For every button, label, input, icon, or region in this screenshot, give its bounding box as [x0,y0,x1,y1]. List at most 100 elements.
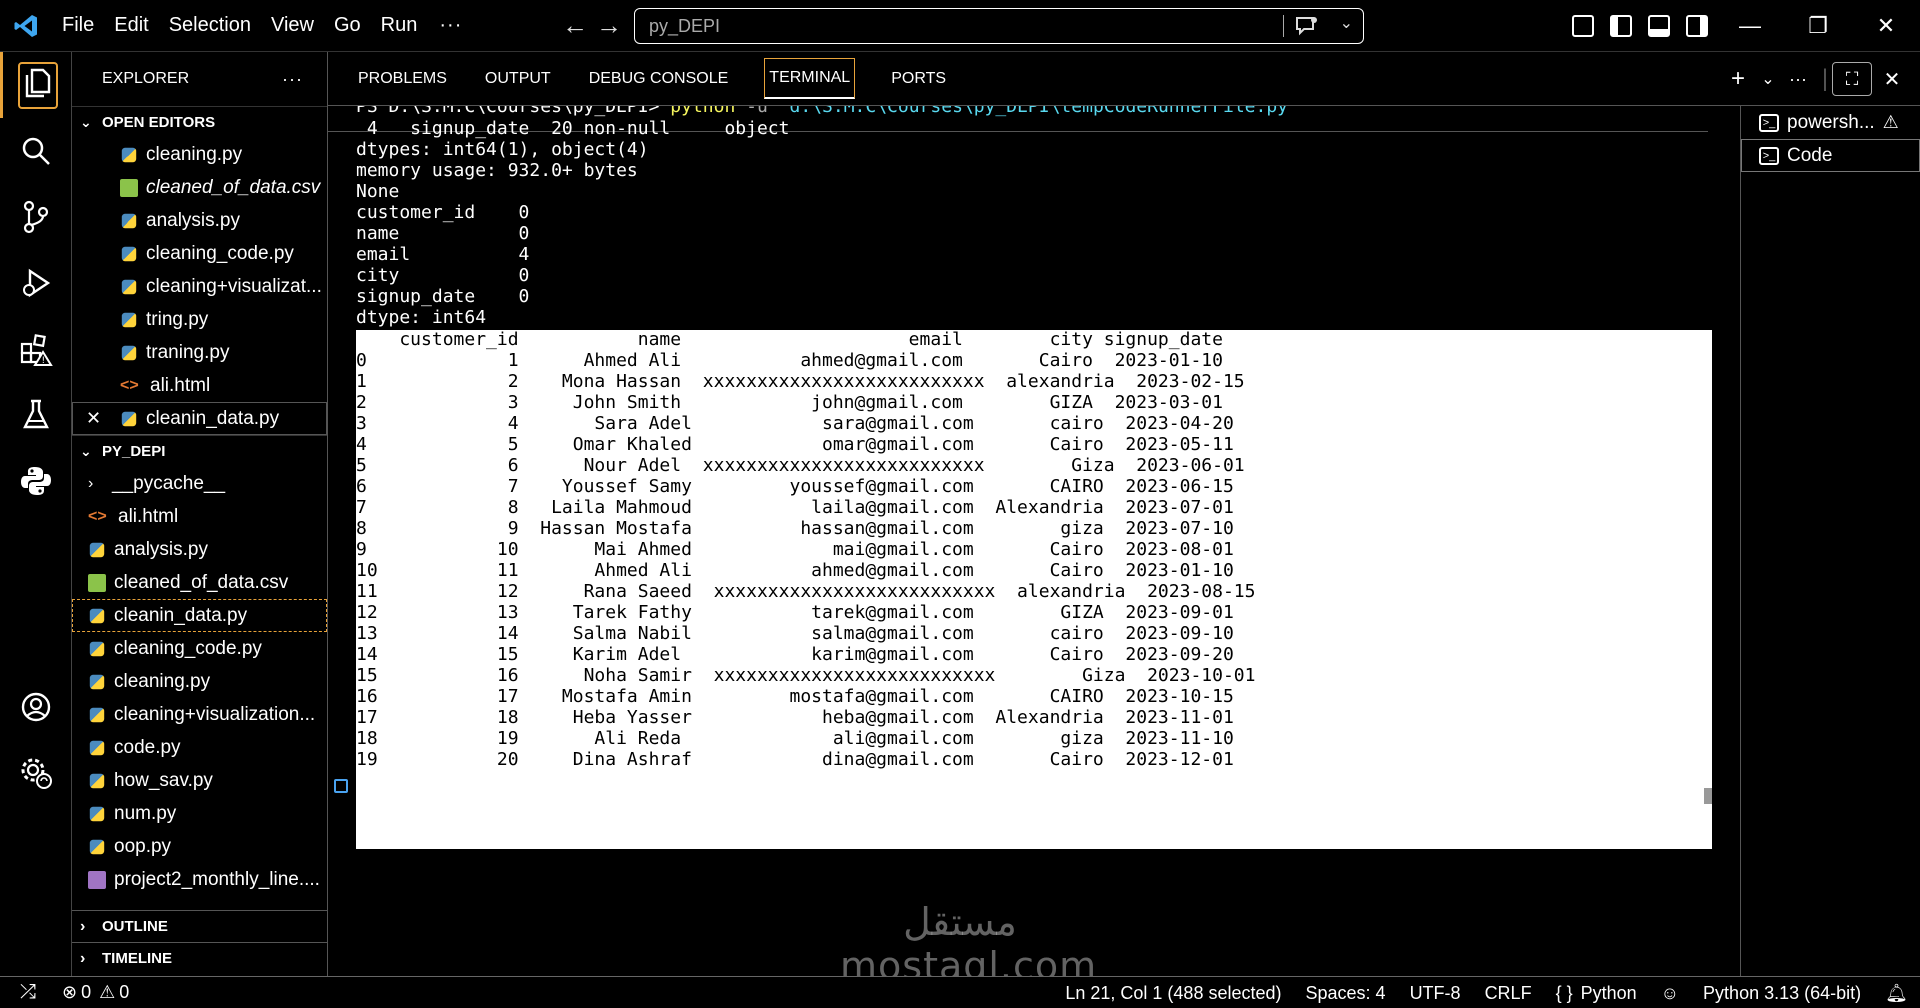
open-editor-item[interactable]: analysis.py [72,204,327,237]
warning-icon: ⚠ [99,982,116,1002]
csv-file-icon [120,178,138,197]
open-editor-item[interactable]: cleaning+visualizat... [72,270,327,303]
maximize-panel-icon[interactable]: ⛶ [1832,62,1872,96]
python-file-icon [121,147,137,162]
back-arrow-icon[interactable]: ← [556,10,594,41]
menu-run[interactable]: Run [371,14,428,37]
indentation[interactable]: Spaces: 4 [1306,983,1386,1004]
close-window-button[interactable]: ✕ [1852,13,1920,39]
open-editor-item[interactable]: traning.py [72,336,327,369]
tree-file[interactable]: project2_monthly_line.... [72,863,327,896]
command-decoration-icon[interactable] [334,779,348,793]
explorer-title: EXPLORER [102,70,190,87]
python-file-icon [89,707,105,722]
tree-file-selected[interactable]: cleanin_data.py [72,599,327,632]
cursor-position[interactable]: Ln 21, Col 1 (488 selected) [1065,983,1281,1004]
image-file-icon [88,870,106,889]
terminal-instance-powershell[interactable]: >_ powersh... ⚠ [1741,106,1920,139]
new-terminal-plus-icon[interactable]: + [1718,65,1758,93]
manage-gear-icon[interactable] [0,740,72,806]
python-interpreter[interactable]: Python 3.13 (64-bit) [1703,983,1861,1004]
chevron-down-icon: ⌄ [80,114,92,130]
folder-section[interactable]: ⌄ PY_DEPI [72,435,327,467]
menu-more-button[interactable]: ··· [427,14,474,37]
scrollbar-thumb[interactable] [1704,788,1712,804]
tab-terminal[interactable]: TERMINAL [764,58,856,99]
explorer-more-button[interactable]: ··· [282,69,303,90]
terminal-list: >_ powersh... ⚠ >_ Code [1740,106,1920,976]
customize-layout-icon[interactable] [1572,15,1594,37]
command-center-search[interactable]: py_DEPI ⌄ [634,8,1364,44]
terminal-instance-label: Code [1787,144,1833,166]
end-of-line[interactable]: CRLF [1485,983,1532,1004]
terminal-instance-code[interactable]: >_ Code [1741,139,1920,172]
notifications-bell-icon[interactable]: 🔔︎ [1885,983,1908,1004]
account-icon[interactable] [0,674,72,740]
copilot-status-icon[interactable]: ☺ [1661,983,1679,1004]
open-editor-item[interactable]: cleaned_of_data.csv [72,171,327,204]
toggle-panel-icon[interactable] [1648,15,1670,37]
menu-edit[interactable]: Edit [104,14,158,37]
open-editor-item[interactable]: <> ali.html [72,369,327,402]
menu-view[interactable]: View [261,14,324,37]
tab-ports[interactable]: PORTS [889,60,948,98]
run-debug-icon[interactable] [0,250,72,316]
minimize-button[interactable]: — [1716,13,1784,39]
close-panel-icon[interactable]: ✕ [1872,67,1912,92]
error-icon: ⊗ [62,982,78,1002]
tree-file[interactable]: num.py [72,797,327,830]
problems-indicator[interactable]: ⊗ 0 ⚠ 0 [62,982,129,1003]
extensions-icon[interactable]: ! [0,316,72,382]
terminal-view[interactable]: PS D:\S.M.C\Courses\py_DEPI> python -u "… [328,106,1720,976]
open-editors-section[interactable]: ⌄ OPEN EDITORS [72,106,327,138]
tree-file[interactable]: cleaned_of_data.csv [72,566,327,599]
encoding[interactable]: UTF-8 [1410,983,1461,1004]
open-editor-item-active[interactable]: ✕ cleanin_data.py [72,402,327,435]
search-icon[interactable] [0,118,72,184]
tree-file[interactable]: cleaning_code.py [72,632,327,665]
forward-arrow-icon[interactable]: → [590,10,628,41]
tree-file[interactable]: analysis.py [72,533,327,566]
tree-file[interactable]: cleaning.py [72,665,327,698]
python-file-icon [89,773,105,788]
tree-item-label: cleaning+visualization... [114,703,316,725]
chevron-down-icon[interactable]: ⌄ [1340,13,1353,33]
python-icon[interactable] [0,448,72,514]
tree-file[interactable]: <> ali.html [72,500,327,533]
python-file-icon [121,279,137,294]
chevron-right-icon: › [80,949,86,967]
remote-indicator-icon[interactable]: ⤮ [0,981,56,1004]
menu-selection[interactable]: Selection [159,14,261,37]
tree-file[interactable]: how_sav.py [72,764,327,797]
open-editor-item[interactable]: cleaning.py [72,138,327,171]
source-control-icon[interactable] [0,184,72,250]
outline-section[interactable]: › OUTLINE [72,910,327,942]
tab-debug-console[interactable]: DEBUG CONSOLE [587,60,731,98]
language-mode[interactable]: { } Python [1556,983,1637,1004]
tab-output[interactable]: OUTPUT [483,60,553,98]
close-editor-icon[interactable]: ✕ [86,408,101,429]
restore-button[interactable]: ❐ [1784,13,1852,39]
tree-file[interactable]: code.py [72,731,327,764]
tab-problems[interactable]: PROBLEMS [356,60,449,98]
tree-item-label: project2_monthly_line.... [114,868,320,890]
terminal-prompt-line[interactable]: PS D:\S.M.C\Courses\py_DEPI> [356,773,695,799]
toggle-secondary-sidebar-icon[interactable] [1686,15,1708,37]
open-editor-item[interactable]: cleaning_code.py [72,237,327,270]
tree-folder[interactable]: › __pycache__ [72,467,327,500]
terminal-scrollbar[interactable] [1704,116,1712,806]
copilot-chat-icon[interactable] [1283,15,1323,37]
chevron-down-icon[interactable]: ⌄ [1758,69,1778,89]
explorer-icon[interactable] [0,52,72,118]
tree-file[interactable]: cleaning+visualization... [72,698,327,731]
open-editor-label: cleanin_data.py [146,407,280,429]
menu-file[interactable]: File [52,14,104,37]
toggle-primary-sidebar-icon[interactable] [1610,15,1632,37]
more-actions-icon[interactable]: ··· [1778,69,1818,90]
tree-file[interactable]: oop.py [72,830,327,863]
folder-label: PY_DEPI [102,443,166,460]
testing-flask-icon[interactable] [0,382,72,448]
open-editor-item[interactable]: tring.py [72,303,327,336]
timeline-section[interactable]: › TIMELINE [72,942,327,974]
menu-go[interactable]: Go [324,14,371,37]
